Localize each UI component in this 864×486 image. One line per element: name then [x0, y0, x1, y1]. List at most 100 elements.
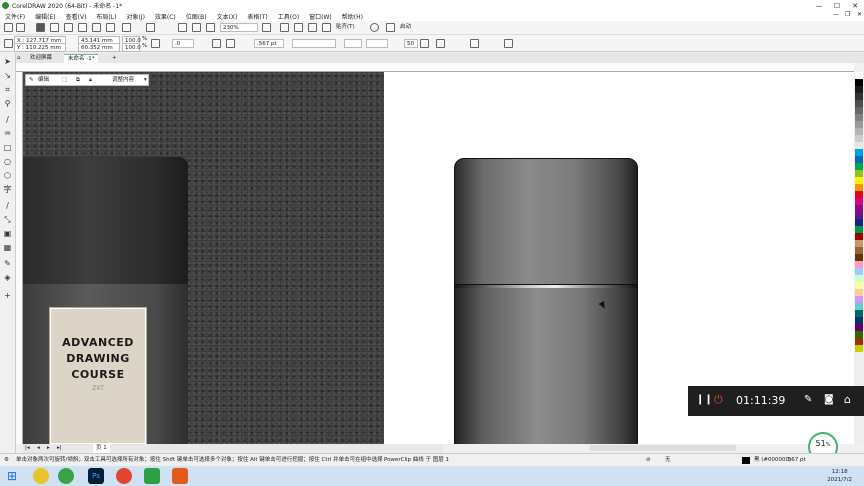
- doc-minimize-button[interactable]: —: [828, 11, 840, 18]
- home-icon[interactable]: ⌂: [844, 393, 851, 406]
- doc-restore-button[interactable]: ❐: [840, 11, 852, 18]
- polygon-tool-icon[interactable]: ⬡: [3, 171, 12, 180]
- palette-swatch[interactable]: [855, 331, 863, 338]
- palette-swatch[interactable]: [855, 191, 863, 198]
- save-icon[interactable]: [36, 23, 45, 32]
- drop-shadow-icon[interactable]: ▣: [3, 229, 12, 238]
- browser-icon[interactable]: [58, 468, 74, 484]
- align-icon[interactable]: [470, 39, 479, 48]
- launch-dropdown[interactable]: 启动: [398, 23, 426, 32]
- close-button[interactable]: ✕: [846, 0, 864, 11]
- launch-icon[interactable]: [386, 23, 395, 32]
- palette-swatch[interactable]: [855, 149, 863, 156]
- y-position-field[interactable]: Y : 110.225 mm: [14, 43, 66, 52]
- outline-width-field[interactable]: .567 pt: [254, 39, 284, 48]
- edit-powerclip-button[interactable]: 编辑: [38, 75, 49, 85]
- undo-icon[interactable]: [122, 23, 131, 32]
- recorder-taskbar-icon[interactable]: [172, 468, 188, 484]
- palette-swatch[interactable]: [855, 184, 863, 191]
- add-tool-icon[interactable]: +: [3, 291, 12, 300]
- palette-swatch[interactable]: [855, 170, 863, 177]
- height-field[interactable]: 60.352 mm: [78, 43, 120, 52]
- horizontal-scrollbar[interactable]: [590, 445, 736, 451]
- palette-swatch[interactable]: [855, 163, 863, 170]
- palette-swatch[interactable]: [855, 107, 863, 114]
- tab-document[interactable]: 未命名 -1*: [64, 54, 99, 63]
- maximize-button[interactable]: ☐: [828, 0, 846, 11]
- vertical-ruler[interactable]: [16, 72, 23, 444]
- menu-table[interactable]: 表格(T): [242, 12, 272, 21]
- palette-swatch[interactable]: [855, 121, 863, 128]
- start-arrowhead-dropdown[interactable]: [344, 39, 362, 48]
- palette-swatch[interactable]: [855, 303, 863, 310]
- menu-bitmaps[interactable]: 位图(B): [181, 12, 212, 21]
- connector-tool-icon[interactable]: ⤡: [3, 215, 12, 224]
- add-tab-icon[interactable]: +: [108, 54, 121, 63]
- redo-icon[interactable]: [146, 23, 155, 32]
- artistic-media-icon[interactable]: ♒: [3, 129, 12, 138]
- palette-swatch[interactable]: [855, 72, 863, 79]
- add-node-icon[interactable]: [420, 39, 429, 48]
- freehand-tool-icon[interactable]: ∕: [3, 115, 12, 124]
- snap-icon[interactable]: [322, 23, 331, 32]
- palette-swatch[interactable]: [855, 240, 863, 247]
- palette-swatch[interactable]: [855, 100, 863, 107]
- object-origin-icon[interactable]: [4, 39, 13, 48]
- new-document-icon[interactable]: [4, 23, 13, 32]
- palette-swatch[interactable]: [855, 135, 863, 142]
- palette-swatch[interactable]: [855, 324, 863, 331]
- palette-swatch[interactable]: [855, 268, 863, 275]
- guidelines-icon[interactable]: [308, 23, 317, 32]
- palette-swatch[interactable]: [855, 345, 863, 352]
- grid-icon[interactable]: [294, 23, 303, 32]
- doc-close-button[interactable]: ✕: [852, 11, 864, 18]
- curve-icon[interactable]: [436, 39, 445, 48]
- chrome-icon[interactable]: [33, 468, 49, 484]
- bottle-mockup-with-label[interactable]: ADVANCED DRAWING COURSE ZXT: [23, 157, 188, 444]
- import-icon[interactable]: [178, 23, 187, 32]
- pick-tool-icon[interactable]: ➤: [3, 57, 12, 66]
- interactive-fill-icon[interactable]: ◈: [3, 273, 12, 282]
- publish-pdf-icon[interactable]: [206, 23, 215, 32]
- palette-swatch[interactable]: [855, 142, 863, 149]
- edit-pencil-icon[interactable]: ✎: [29, 75, 34, 85]
- menu-file[interactable]: 文件(F): [0, 12, 30, 21]
- palette-swatch[interactable]: [855, 289, 863, 296]
- shape-tool-icon[interactable]: ↘: [3, 71, 12, 80]
- menu-help[interactable]: 帮助(H): [337, 12, 368, 21]
- palette-swatch[interactable]: [855, 128, 863, 135]
- select-contents-icon[interactable]: ⬚: [62, 75, 67, 85]
- zoom-tool-icon[interactable]: ⚲: [3, 99, 12, 108]
- corner-size-field[interactable]: 50: [404, 39, 418, 48]
- eyedropper-tool-icon[interactable]: ✎: [3, 259, 12, 268]
- menu-object[interactable]: 对象(J): [121, 12, 149, 21]
- print-icon[interactable]: [64, 23, 73, 32]
- palette-swatch[interactable]: [855, 226, 863, 233]
- coreldraw-taskbar-icon[interactable]: [144, 468, 160, 484]
- palette-swatch[interactable]: [855, 247, 863, 254]
- paste-icon[interactable]: [106, 23, 115, 32]
- palette-swatch[interactable]: [855, 93, 863, 100]
- pause-icon[interactable]: ❙❙: [696, 394, 713, 405]
- tab-welcome-screen[interactable]: 欢迎屏幕: [26, 54, 56, 63]
- lock-ratio-icon[interactable]: [151, 39, 160, 48]
- rotation-angle-field[interactable]: .0: [172, 39, 194, 48]
- menu-effects[interactable]: 效果(C): [150, 12, 181, 21]
- windows-start-icon[interactable]: ⊞: [4, 468, 20, 484]
- prev-page-icon[interactable]: ◂: [37, 444, 40, 453]
- next-page-icon[interactable]: ▸: [47, 444, 50, 453]
- palette-swatch[interactable]: [855, 198, 863, 205]
- first-page-icon[interactable]: |◂: [25, 444, 30, 453]
- palette-swatch[interactable]: [855, 212, 863, 219]
- palette-swatch[interactable]: [855, 233, 863, 240]
- bottle-drawing-selected[interactable]: [454, 158, 638, 444]
- copy-icon[interactable]: [92, 23, 101, 32]
- menu-edit[interactable]: 编辑(E): [30, 12, 60, 21]
- scale-y-field[interactable]: 100.0: [122, 43, 141, 52]
- palette-swatch[interactable]: [855, 296, 863, 303]
- palette-swatch[interactable]: [855, 338, 863, 345]
- mirror-horizontal-icon[interactable]: [212, 39, 221, 48]
- stop-recording-icon[interactable]: ⏻: [714, 393, 723, 407]
- palette-swatch[interactable]: [855, 86, 863, 93]
- open-icon[interactable]: [16, 23, 25, 32]
